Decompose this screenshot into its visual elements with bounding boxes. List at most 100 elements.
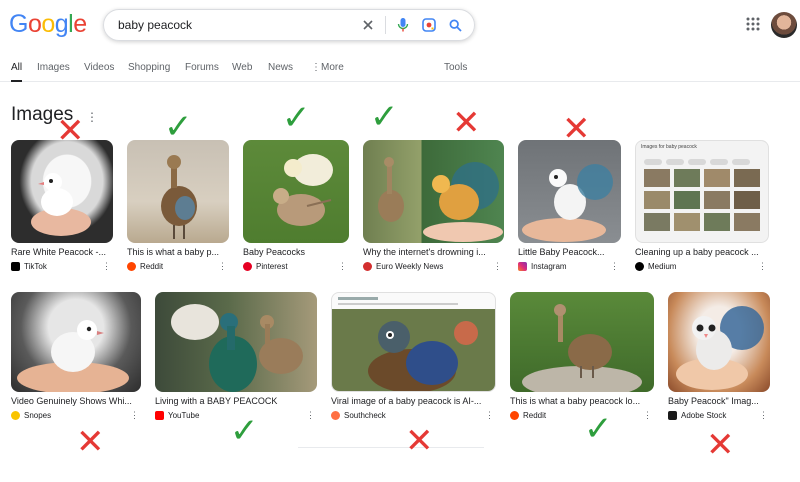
green-check-mark-icon: ✓ (370, 97, 399, 137)
result-title[interactable]: Video Genuinely Shows Whi... (11, 396, 141, 407)
result-thumbnail[interactable] (331, 292, 496, 392)
image-result[interactable]: Baby Peacock" Imag... Adobe Stock ⋮ (668, 292, 770, 421)
tab-all[interactable]: All (11, 62, 23, 82)
tools-button[interactable]: Tools (444, 62, 467, 73)
green-check-mark-icon: ✓ (282, 98, 311, 138)
tab-images[interactable]: Images (37, 62, 70, 73)
more-options-icon[interactable]: ⋮ (102, 261, 111, 272)
image-result[interactable]: Rare White Peacock -... TikTok ⋮ (11, 140, 113, 272)
google-logo[interactable]: Google (9, 10, 87, 39)
tab-web[interactable]: Web (232, 62, 252, 73)
result-thumbnail[interactable] (518, 140, 621, 243)
result-thumbnail[interactable] (127, 140, 229, 243)
more-options-icon[interactable]: ⋮ (758, 261, 767, 272)
microphone-icon[interactable] (390, 12, 416, 38)
result-title[interactable]: Cleaning up a baby peacock ... (635, 247, 769, 258)
more-options-icon[interactable]: ⋮ (485, 410, 494, 421)
image-result[interactable]: Baby Peacocks Pinterest ⋮ (243, 140, 349, 272)
logo-letter: e (73, 10, 87, 38)
result-title[interactable]: Rare White Peacock -... (11, 247, 113, 258)
more-dots-icon[interactable]: ⋮ (311, 62, 321, 73)
search-input[interactable]: baby peacock (118, 18, 355, 32)
more-options-icon[interactable]: ⋮ (306, 410, 315, 421)
result-title[interactable]: Baby Peacock" Imag... (668, 396, 770, 407)
result-source[interactable]: Reddit ⋮ (127, 261, 229, 272)
result-source[interactable]: Reddit ⋮ (510, 410, 654, 421)
image-result[interactable]: Little Baby Peacock... Instagram ⋮ (518, 140, 621, 272)
green-check-mark-icon: ✓ (230, 411, 259, 451)
more-options-icon[interactable]: ⋮ (610, 261, 619, 272)
result-thumbnail[interactable] (668, 292, 770, 392)
result-thumbnail[interactable] (363, 140, 504, 243)
image-result[interactable]: This is what a baby p... Reddit ⋮ (127, 140, 229, 272)
result-thumbnail[interactable] (155, 292, 317, 392)
image-result[interactable]: Images for baby peacock Cleaning up a ba… (635, 140, 769, 272)
tab-forums[interactable]: Forums (185, 62, 219, 73)
more-options-icon[interactable]: ⋮ (759, 410, 768, 421)
tab-more[interactable]: More (321, 62, 344, 73)
result-thumbnail[interactable] (243, 140, 349, 243)
result-title[interactable]: Viral image of a baby peacock is AI-... (331, 396, 496, 407)
result-source[interactable]: Medium ⋮ (635, 261, 769, 272)
ewn-icon (363, 262, 372, 271)
source-name: Snopes (24, 411, 52, 420)
result-title[interactable]: Why the internet's drowning i... (363, 247, 504, 258)
source-name: Medium (648, 262, 677, 271)
result-source[interactable]: Snopes ⋮ (11, 410, 141, 421)
result-thumbnail[interactable] (11, 140, 113, 243)
result-source[interactable]: Southcheck ⋮ (331, 410, 496, 421)
reddit-icon (510, 411, 519, 420)
green-check-mark-icon: ✓ (164, 107, 193, 147)
divider (298, 447, 484, 448)
result-thumbnail[interactable] (510, 292, 654, 392)
result-source[interactable]: Euro Weekly News ⋮ (363, 261, 504, 272)
red-x-mark-icon: ✕ (562, 109, 591, 149)
search-tabs: All Images Videos Shopping Forums Web Ne… (0, 58, 800, 82)
result-title[interactable]: This is what a baby peacock lo... (510, 396, 654, 407)
red-x-mark-icon: ✕ (405, 421, 434, 461)
more-options-icon[interactable]: ⋮ (218, 261, 227, 272)
image-result[interactable]: Why the internet's drowning i... Euro We… (363, 140, 504, 272)
avatar[interactable] (771, 12, 797, 38)
result-source[interactable]: TikTok ⋮ (11, 261, 113, 272)
search-icon[interactable] (442, 12, 468, 38)
result-title[interactable]: Little Baby Peacock... (518, 247, 621, 258)
result-title[interactable]: Baby Peacocks (243, 247, 349, 258)
more-options-icon[interactable]: ⋮ (643, 410, 652, 421)
logo-letter: o (27, 10, 42, 38)
result-thumbnail[interactable] (11, 292, 141, 392)
image-result[interactable]: Video Genuinely Shows Whi... Snopes ⋮ (11, 292, 141, 421)
image-result[interactable]: This is what a baby peacock lo... Reddit… (510, 292, 654, 421)
apps-grid-icon[interactable] (745, 16, 761, 32)
thumbnail-caption: Images for baby peacock (641, 144, 697, 150)
source-name: Pinterest (256, 262, 288, 271)
more-options-icon[interactable]: ⋮ (86, 110, 98, 124)
red-x-mark-icon: ✕ (452, 103, 481, 143)
result-source[interactable]: Instagram ⋮ (518, 261, 621, 272)
result-title[interactable]: Living with a BABY PEACOCK (155, 396, 317, 407)
tab-shopping[interactable]: Shopping (128, 62, 170, 73)
source-name: Reddit (140, 262, 164, 271)
more-options-icon[interactable]: ⋮ (493, 261, 502, 272)
clear-icon[interactable] (355, 12, 381, 38)
source-name: Reddit (523, 411, 547, 420)
red-x-mark-icon: ✕ (56, 111, 85, 151)
lens-icon[interactable] (416, 12, 442, 38)
result-source[interactable]: Pinterest ⋮ (243, 261, 349, 272)
logo-letter: o (41, 10, 55, 38)
more-options-icon[interactable]: ⋮ (130, 410, 139, 421)
tab-videos[interactable]: Videos (84, 62, 114, 73)
image-result[interactable]: Living with a BABY PEACOCK YouTube ⋮ (155, 292, 317, 421)
divider (385, 16, 386, 34)
source-name: Euro Weekly News (376, 262, 444, 271)
search-box[interactable]: baby peacock (103, 9, 475, 41)
medium-icon (635, 262, 644, 271)
more-options-icon[interactable]: ⋮ (338, 261, 347, 272)
tab-news[interactable]: News (268, 62, 293, 73)
result-title[interactable]: This is what a baby p... (127, 247, 229, 258)
result-thumbnail[interactable]: Images for baby peacock (635, 140, 769, 243)
green-check-mark-icon: ✓ (584, 409, 613, 449)
result-source[interactable]: Adobe Stock ⋮ (668, 410, 770, 421)
tiktok-icon (11, 262, 20, 271)
image-result[interactable]: Viral image of a baby peacock is AI-... … (331, 292, 496, 421)
